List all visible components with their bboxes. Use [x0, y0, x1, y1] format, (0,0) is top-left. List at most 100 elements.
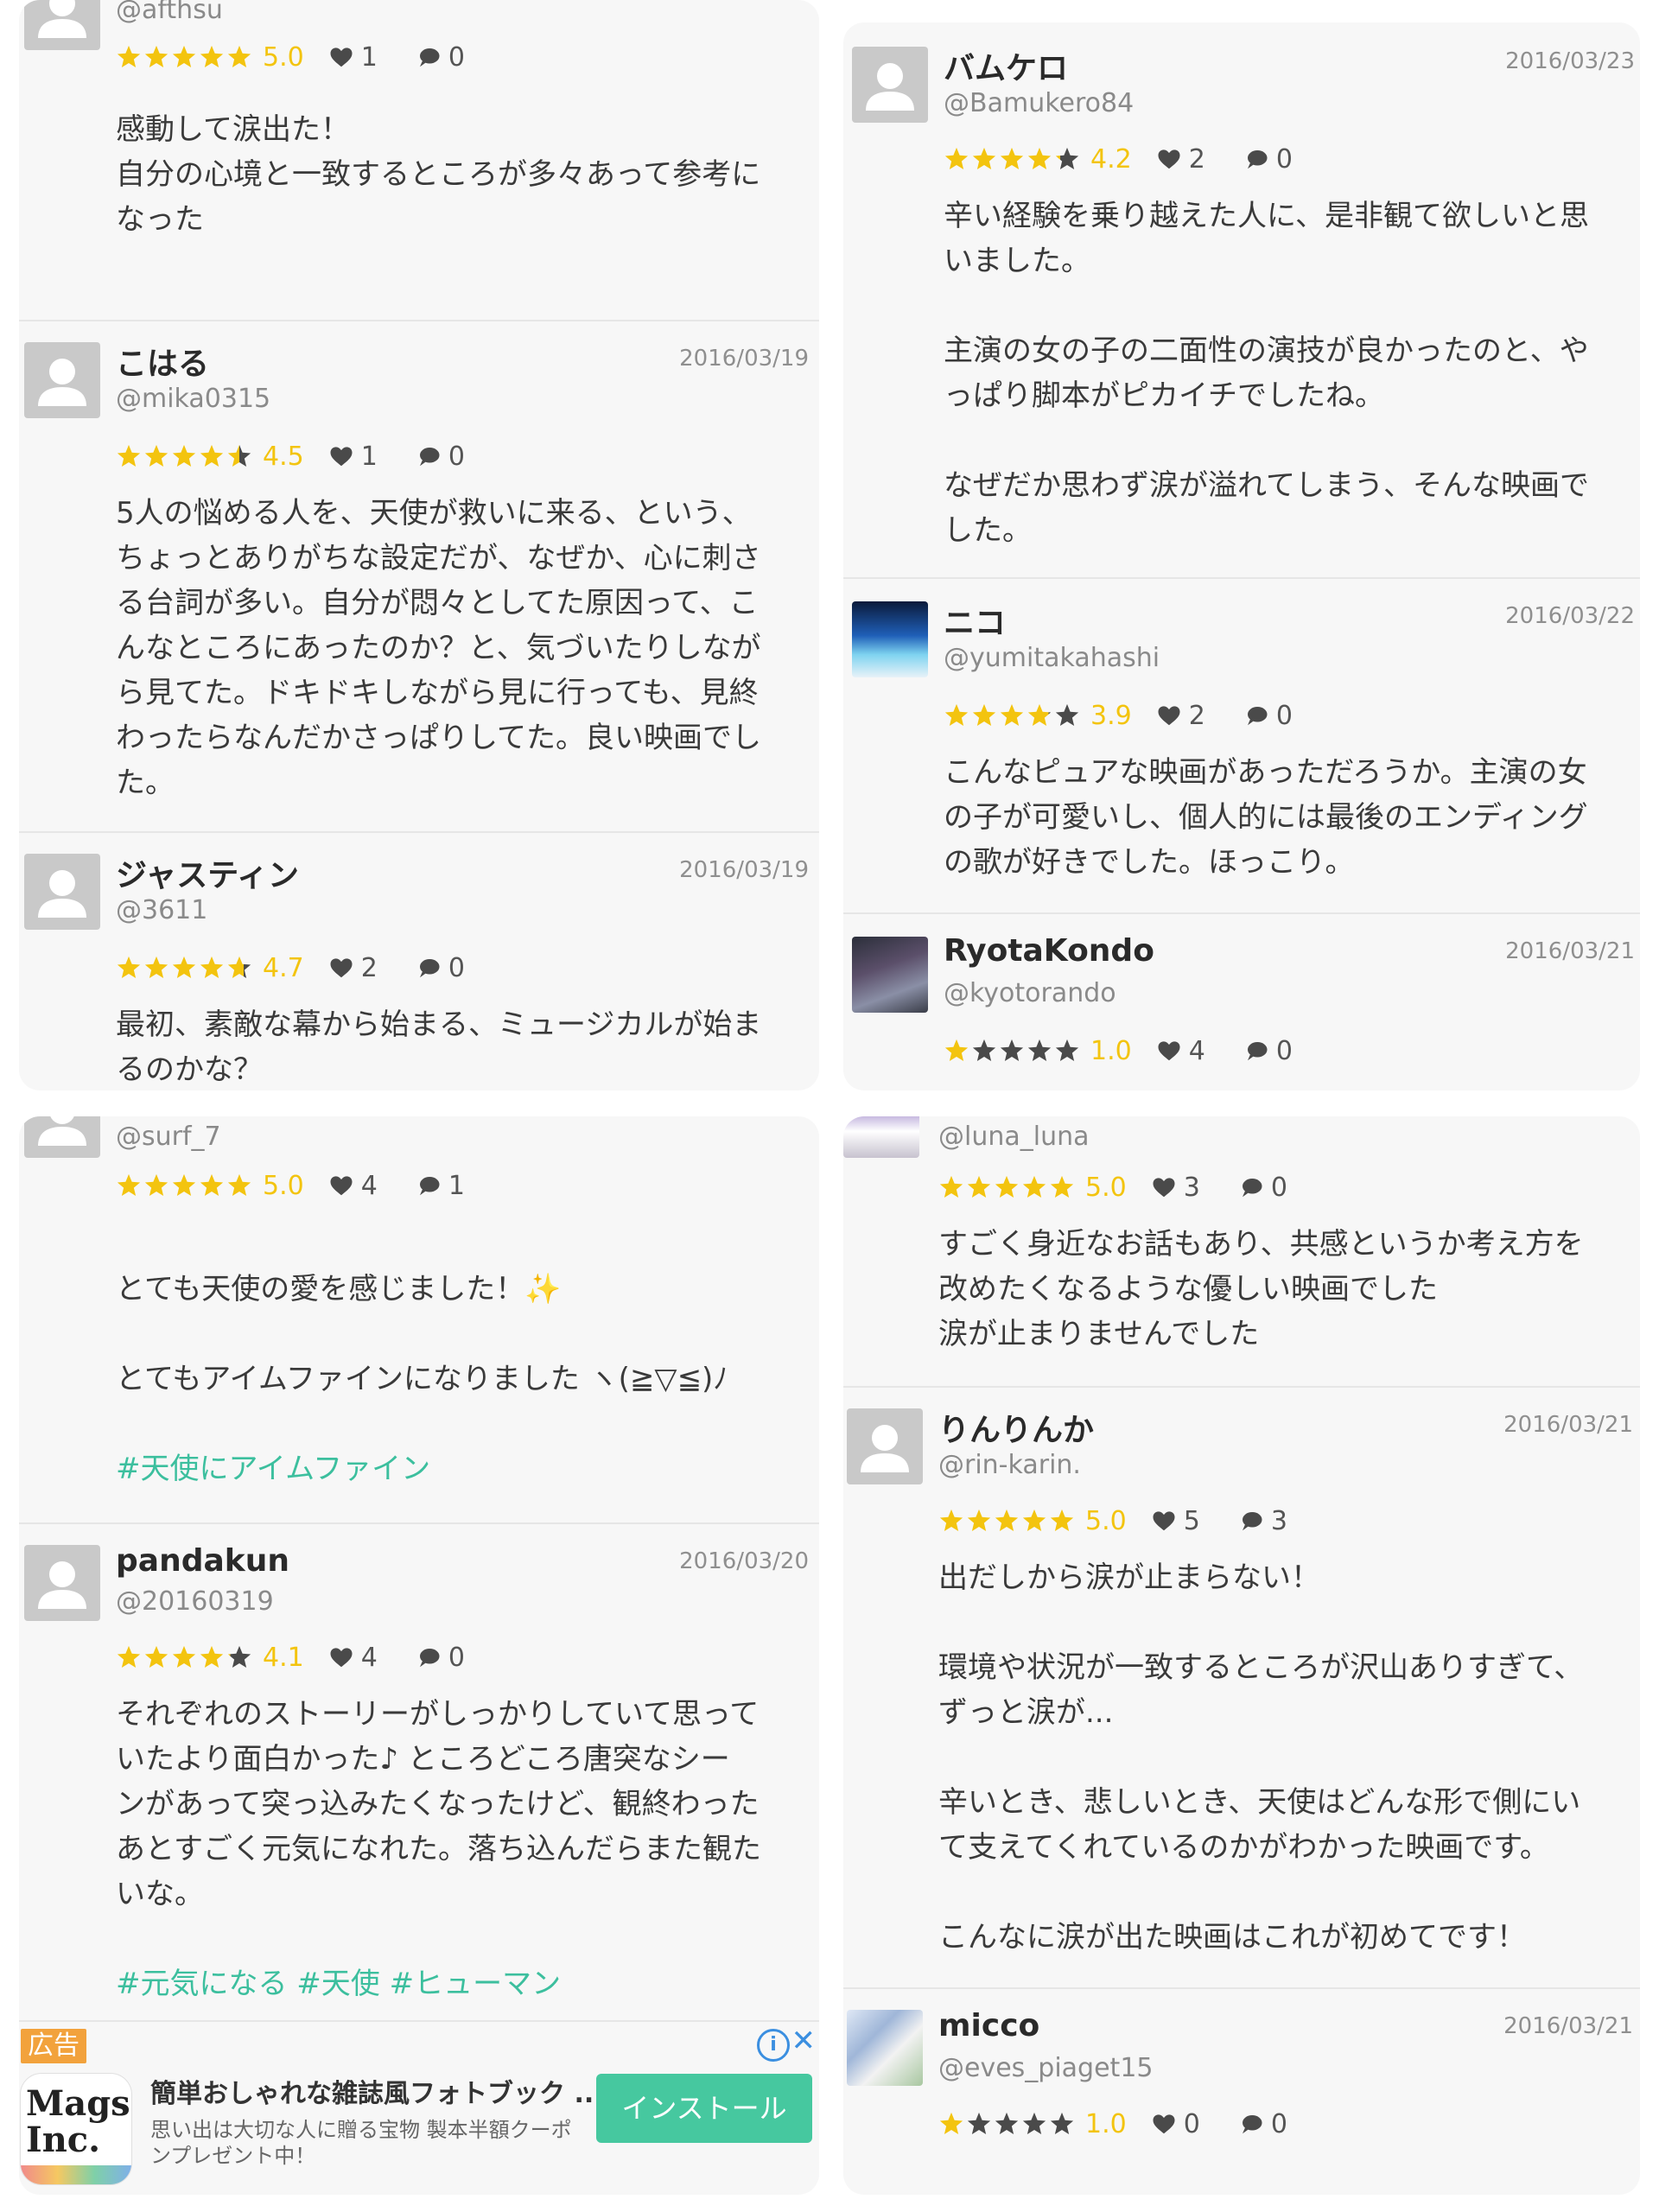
comment-icon[interactable]: [1243, 146, 1269, 172]
review-card[interactable]: ジャスティン @3611 2016/03/19 4.7 2 0 最初、素敵な幕から始…: [19, 833, 819, 1090]
ad-info-icon[interactable]: i: [757, 2029, 790, 2062]
review-card[interactable]: @surf_7 5.0 4 1 とても天使の愛を感じました！✨ とてもアイムファインに…: [19, 1116, 819, 1491]
comment-icon[interactable]: [416, 443, 442, 469]
review-card[interactable]: ニコ @yumitakahashi 2016/03/22 3.9 2 0 こんなピュ…: [843, 579, 1640, 912]
user-name[interactable]: pandakun: [116, 1543, 289, 1579]
avatar[interactable]: [24, 1116, 100, 1158]
ad-app-logo[interactable]: Mags Inc.: [21, 2074, 131, 2184]
review-card[interactable]: @afthsu 5.0 1 0 感動して涙出た！ 自分の心境と一致するところが多々あっ…: [19, 0, 819, 320]
avatar[interactable]: [852, 47, 928, 123]
review-card[interactable]: バムケロ @Bamukero84 2016/03/23 4.2 2 0 辛い経験を乗…: [843, 22, 1640, 579]
comment-icon[interactable]: [416, 1173, 442, 1198]
user-name[interactable]: こはる: [116, 339, 209, 384]
review-text-line: いました。: [944, 244, 1090, 278]
user-name[interactable]: micco: [938, 2008, 1039, 2044]
user-name[interactable]: RyotaKondo: [944, 933, 1154, 969]
review-text-line: わったらなんだかさっぱりしてた。良い映画でし: [116, 721, 761, 755]
review-card[interactable]: pandakun @20160319 2016/03/20 4.1 4 0 それぞれ…: [19, 1524, 819, 2017]
avatar[interactable]: [843, 1116, 919, 1158]
review-card[interactable]: りんりんか @rin-karin. 2016/03/21 5.0 5 3 出だしから…: [843, 1388, 1640, 1987]
user-handle[interactable]: @yumitakahashi: [944, 643, 1160, 673]
user-handle[interactable]: @afthsu: [116, 0, 223, 25]
review-meta: 4.5 1 0: [116, 439, 465, 474]
comment-count: 0: [1270, 2108, 1287, 2139]
heart-icon[interactable]: [1156, 146, 1182, 172]
hashtag-links[interactable]: #天使にアイムファイン: [116, 1446, 816, 1491]
review-meta: 1.0 0 0: [938, 2107, 1287, 2141]
heart-icon[interactable]: [1151, 1174, 1177, 1200]
user-name[interactable]: ジャスティン: [116, 850, 299, 895]
ad-badge: 広告: [21, 2029, 86, 2063]
comment-icon[interactable]: [416, 44, 442, 70]
review-card[interactable]: @luna_luna 5.0 3 0 すごく身近なお話もあり、共感というか考え方を改…: [843, 1116, 1640, 1386]
star-icon: [1050, 1175, 1074, 1198]
hashtag-links[interactable]: #元気になる #天使 #ヒューマン: [116, 1961, 816, 2006]
avatar[interactable]: [24, 342, 100, 418]
user-handle[interactable]: @rin-karin.: [938, 1450, 1081, 1480]
star-icon: [1055, 1039, 1079, 1061]
avatar[interactable]: [24, 854, 100, 930]
default-avatar-icon: [866, 63, 914, 111]
user-handle[interactable]: @3611: [116, 895, 207, 925]
comment-icon[interactable]: [1243, 702, 1269, 728]
heart-icon[interactable]: [328, 1644, 354, 1670]
user-handle[interactable]: @20160319: [116, 1586, 274, 1617]
comment-icon[interactable]: [416, 1644, 442, 1670]
avatar[interactable]: [24, 0, 100, 50]
heart-icon[interactable]: [1156, 1038, 1182, 1064]
review-card[interactable]: こはる @mika0315 2016/03/19 4.5 1 0 5人の悩める人を、…: [19, 321, 819, 831]
heart-icon[interactable]: [1151, 2111, 1177, 2137]
star-icon: [172, 956, 196, 978]
avatar[interactable]: [847, 2010, 923, 2086]
like-count: 1: [360, 441, 378, 472]
star-icon: [200, 1645, 224, 1668]
avatar[interactable]: [852, 601, 928, 677]
review-text-line: なぜだか思わず涙が溢れてしまう、そんな映画で: [944, 468, 1589, 503]
heart-icon[interactable]: [328, 1173, 354, 1198]
ad-banner[interactable]: 広告 i ✕ Mags Inc. 簡単おしゃれな雑誌風フォトブック ... 思い…: [19, 2022, 819, 2195]
review-meta: 3.9 2 0: [944, 698, 1293, 733]
review-meta: 5.0 3 0: [938, 1170, 1287, 1205]
user-handle[interactable]: @eves_piaget15: [938, 2053, 1154, 2083]
star-icon: [227, 956, 251, 978]
user-handle[interactable]: @Bamukero84: [944, 88, 1134, 118]
review-text-line: 最初、素敵な幕から始まる、ミュージカルが始ま: [116, 1007, 762, 1042]
install-button[interactable]: インストール: [596, 2074, 812, 2143]
heart-icon[interactable]: [1156, 702, 1182, 728]
review-text-line: る台詞が多い。自分が悶々としてた原因って、こ: [116, 586, 759, 620]
heart-icon[interactable]: [1151, 1508, 1177, 1534]
rating-score: 4.7: [263, 952, 304, 983]
star-icon: [172, 1645, 196, 1668]
comment-icon[interactable]: [1243, 1038, 1269, 1064]
user-name[interactable]: バムケロ: [944, 43, 1068, 88]
user-handle[interactable]: @surf_7: [116, 1122, 221, 1152]
comment-icon[interactable]: [1238, 2111, 1264, 2137]
review-text: こんなピュアな映画があっただろうか。主演の女 の子が可愛いし、個人的には最後のエン…: [944, 750, 1635, 885]
comment-icon[interactable]: [1238, 1508, 1264, 1534]
user-handle[interactable]: @luna_luna: [938, 1122, 1090, 1152]
star-icon: [1027, 1039, 1052, 1061]
rating-score: 5.0: [263, 41, 304, 73]
avatar[interactable]: [852, 937, 928, 1013]
comment-icon[interactable]: [416, 955, 442, 981]
comment-icon[interactable]: [1238, 1174, 1264, 1200]
avatar[interactable]: [24, 1545, 100, 1621]
rating-score: 1.0: [1090, 1035, 1132, 1066]
heart-icon[interactable]: [328, 955, 354, 981]
ad-title[interactable]: 簡単おしゃれな雑誌風フォトブック ...: [150, 2072, 604, 2110]
ad-close-icon[interactable]: ✕: [791, 2024, 817, 2058]
review-panel-bottom-right: @luna_luna 5.0 3 0 すごく身近なお話もあり、共感というか考え方を改…: [843, 1116, 1640, 2195]
avatar[interactable]: [847, 1408, 923, 1484]
review-card[interactable]: micco @eves_piaget15 2016/03/21 1.0 0 0: [843, 1989, 1640, 2195]
user-handle[interactable]: @mika0315: [116, 384, 270, 414]
heart-icon[interactable]: [328, 44, 354, 70]
review-card[interactable]: RyotaKondo @kyotorando 2016/03/21 1.0 4 0: [843, 914, 1640, 1090]
user-name[interactable]: りんりんか: [938, 1405, 1094, 1450]
star-icon: [117, 45, 141, 67]
star-icon: [227, 45, 251, 67]
heart-icon[interactable]: [328, 443, 354, 469]
review-text-line: とてもアイムファインになりました ヽ(≧▽≦)ﾉ: [116, 1362, 728, 1396]
comment-count: 1: [448, 1170, 465, 1201]
user-handle[interactable]: @kyotorando: [944, 978, 1116, 1008]
user-name[interactable]: ニコ: [944, 598, 1006, 643]
